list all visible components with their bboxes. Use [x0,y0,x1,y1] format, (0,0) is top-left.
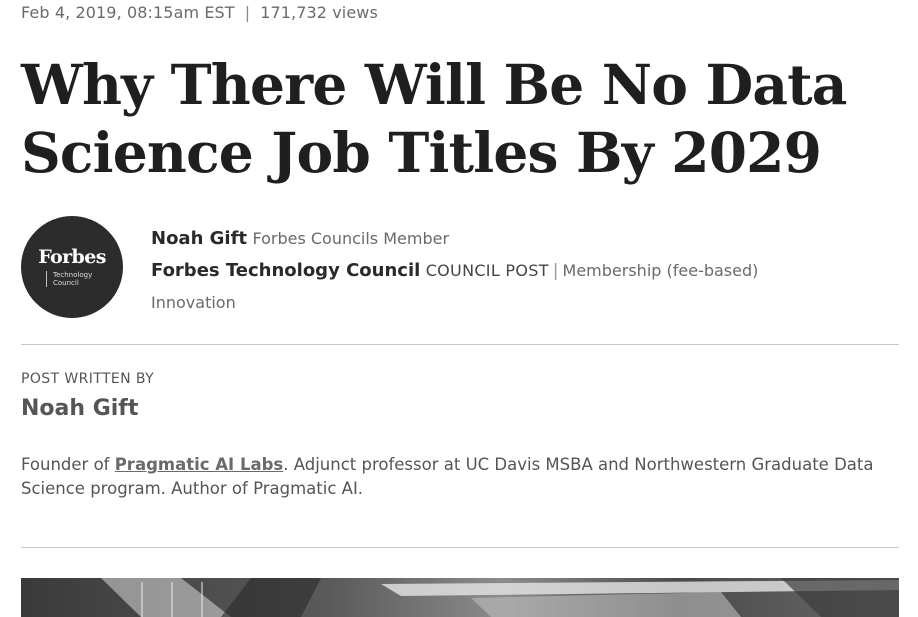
byline-separator: | [552,261,559,281]
publish-date: Feb 4, 2019, 08:15am EST [21,3,235,22]
bio-prefix: Founder of [21,455,115,474]
divider [21,547,899,548]
meta-separator: | [244,3,251,22]
hero-photo-icon [21,578,899,617]
article-title: Why There Will Be No Data Science Job Ti… [21,52,847,185]
membership-link[interactable]: Membership (fee-based) [563,261,759,280]
byline-author-row: Noah Gift Forbes Councils Member [151,223,891,255]
byline-category-row: Innovation [151,287,891,319]
council-link[interactable]: Forbes Technology Council [151,260,420,281]
article-meta: Feb 4, 2019, 08:15am EST | 171,732 views [21,3,378,22]
category-link[interactable]: Innovation [151,293,236,312]
author-role: Forbes Councils Member [252,229,450,248]
author-box-name[interactable]: Noah Gift [21,396,138,421]
byline: Forbes Technology Council Noah Gift Forb… [21,216,899,326]
byline-text: Noah Gift Forbes Councils Member Forbes … [151,223,891,319]
divider [21,344,899,345]
forbes-logo: Forbes [38,246,106,268]
council-logo-text: Technology Council [46,271,92,287]
byline-council-row: Forbes Technology Council COUNCIL POST | M… [151,255,891,287]
hero-image[interactable] [21,578,899,617]
bio-org-link[interactable]: Pragmatic AI Labs [115,455,284,474]
author-bio: Founder of Pragmatic AI Labs. Adjunct pr… [21,453,881,501]
view-count: 171,732 views [260,3,378,22]
author-avatar[interactable]: Forbes Technology Council [21,216,123,318]
council-post-label: COUNCIL POST [425,261,549,280]
author-link[interactable]: Noah Gift [151,228,247,249]
post-written-by-label: POST WRITTEN BY [21,371,155,387]
